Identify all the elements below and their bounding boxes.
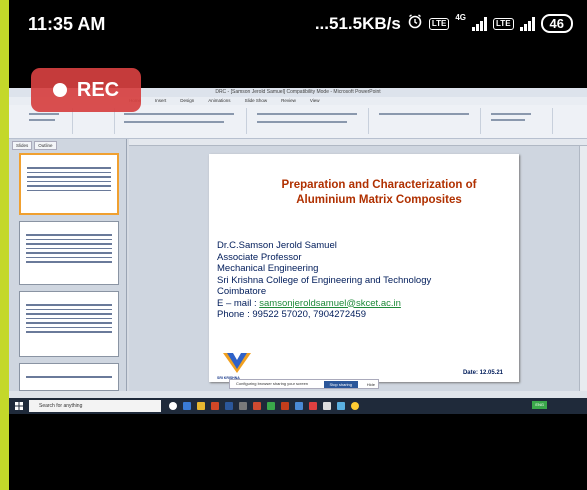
powerpoint-icon[interactable]	[281, 402, 289, 410]
department: Mechanical Engineering	[217, 263, 319, 274]
slide-body: Dr.C.Samson Jerold Samuel Associate Prof…	[217, 240, 431, 321]
alarm-icon	[407, 13, 423, 34]
phone-line: Phone : 99522 57020, 7904272459	[217, 309, 366, 320]
slide-date: Date: 12.05.21	[462, 370, 503, 376]
tray-language-badge[interactable]: ENG	[532, 401, 547, 409]
author-name: Dr.C.Samson Jerold Samuel	[217, 240, 337, 251]
settings-icon[interactable]	[323, 402, 331, 410]
tab-slides[interactable]: Slides	[12, 141, 33, 150]
slide-thumbnail-4[interactable]: ​	[19, 363, 119, 391]
edge-icon[interactable]	[183, 402, 191, 410]
vertical-scrollbar[interactable]	[579, 146, 587, 391]
ribbon-group-editing[interactable]	[483, 108, 553, 134]
captured-desktop: DRC - [Samson Jerold Samuel] Compatibili…	[9, 88, 587, 414]
ribbon-tab-insert[interactable]: Insert	[155, 97, 166, 105]
battery-indicator: 46	[540, 14, 573, 33]
ribbon-tab-design[interactable]: Design	[180, 97, 194, 105]
slide-title-line-1: Preparation and Characterization of	[281, 179, 477, 191]
app-icon-2[interactable]	[253, 402, 261, 410]
status-indicators: ...51.5KB/s LTE 4G LTE 46	[315, 13, 573, 34]
tab-outline[interactable]: Outline	[34, 141, 57, 150]
slide-thumbnail-pane: Slides Outline ​ ​ ​ ​	[9, 139, 127, 391]
file-explorer-icon[interactable]	[197, 402, 205, 410]
phone-screen: 11:35 AM ...51.5KB/s LTE 4G LTE 46 DRC -…	[9, 0, 587, 490]
slide-title-line-2: Aluminium Matrix Composites	[296, 194, 462, 206]
college-name: Sri Krishna College of Engineering and T…	[217, 274, 432, 286]
email-link[interactable]: samsonjeroldsamuel@skcet.ac.in	[259, 298, 401, 309]
city: Coimbatore	[217, 286, 267, 297]
sim1-signal-icon	[472, 16, 488, 31]
ribbon-tab-review[interactable]: Review	[281, 97, 296, 105]
sim1-lte-badge: LTE	[428, 17, 450, 30]
current-slide[interactable]: Preparation and Characterization of Alum…	[209, 154, 519, 382]
sim1-network-type: 4G	[455, 13, 467, 22]
app-icon-5[interactable]	[309, 402, 317, 410]
windows-start-icon[interactable]	[15, 402, 23, 410]
status-bar: 11:35 AM ...51.5KB/s LTE 4G LTE 46	[9, 0, 587, 52]
app-icon-4[interactable]	[295, 402, 303, 410]
ribbon-tab-view[interactable]: View	[310, 97, 320, 105]
slide-thumbnail-1[interactable]: ​	[19, 153, 119, 215]
outline-tabs: Slides Outline	[9, 139, 126, 152]
taskbar-search-input[interactable]: Search for anything	[29, 400, 161, 412]
slide-editor: Preparation and Characterization of Alum…	[129, 146, 579, 391]
app-icon-6[interactable]	[337, 402, 345, 410]
ribbon-tab-slideshow[interactable]: Slide Show	[245, 97, 268, 105]
app-icon-1[interactable]	[239, 402, 247, 410]
record-dot-icon	[52, 83, 67, 97]
mail-icon[interactable]	[225, 402, 233, 410]
app-status-bar	[9, 391, 587, 398]
cortana-icon[interactable]	[169, 402, 177, 410]
designation: Associate Professor	[217, 251, 302, 263]
system-tray: ENG	[532, 401, 547, 409]
screen-share-bar: Configuring browser sharing your screen …	[229, 379, 379, 389]
store-icon[interactable]	[211, 402, 219, 410]
ribbon-tab-animations[interactable]: Animations	[208, 97, 230, 105]
recording-label: REC	[76, 78, 120, 101]
ribbon-group-drawing[interactable]	[371, 108, 481, 134]
stop-sharing-button[interactable]: Stop sharing	[323, 381, 358, 388]
recording-indicator[interactable]: REC	[31, 68, 141, 112]
windows-taskbar: Search for anything ENG ​	[9, 398, 587, 414]
status-time: 11:35 AM	[28, 14, 106, 34]
net-speed: ...51.5KB/s	[314, 13, 401, 33]
email-label: E – mail :	[217, 297, 260, 309]
slide-thumbnail-3[interactable]: ​	[19, 291, 119, 357]
sim2-signal-icon	[519, 16, 535, 31]
sim2-lte-badge: LTE	[493, 17, 514, 30]
horizontal-ruler	[129, 139, 587, 146]
app-icon-3[interactable]	[267, 402, 275, 410]
slide-title: Preparation and Characterization of Alum…	[239, 178, 519, 208]
hide-button[interactable]: Hide	[367, 381, 375, 389]
email-line: E – mail : samsonjeroldsamuel@skcet.ac.i…	[217, 298, 431, 310]
share-notice-text: Configuring browser sharing your screen	[236, 381, 309, 386]
slide-thumbnail-2[interactable]: ​	[19, 221, 119, 285]
chrome-icon[interactable]	[351, 402, 359, 410]
college-logo-icon	[223, 353, 251, 373]
